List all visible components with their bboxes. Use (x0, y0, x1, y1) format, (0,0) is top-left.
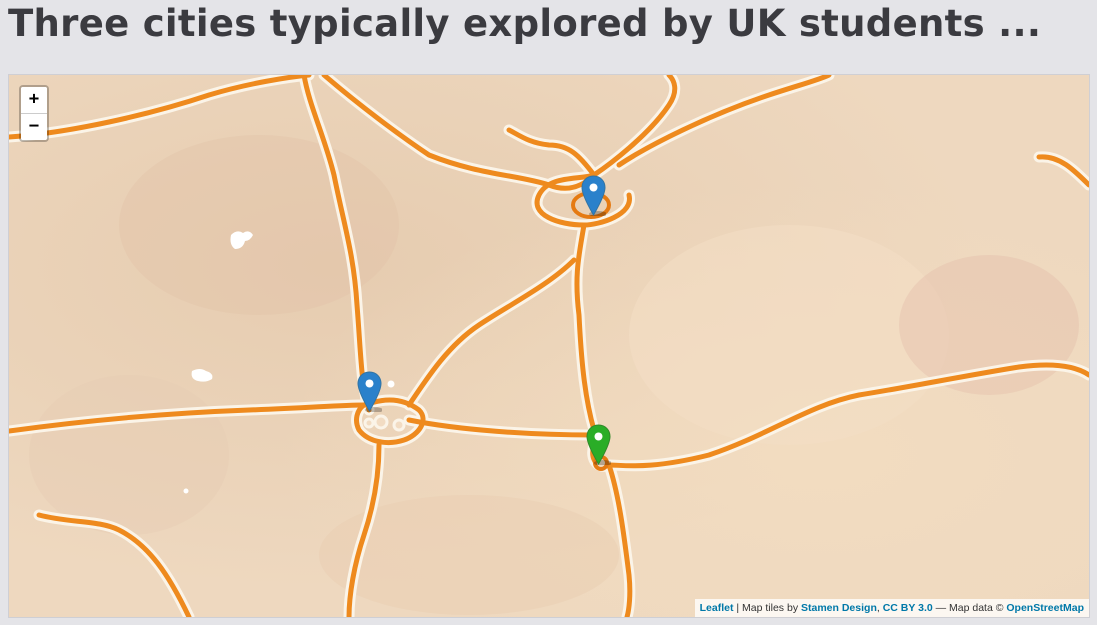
zoom-control: + − (19, 85, 49, 142)
map-container[interactable]: + − Leaflet | Map tiles by Stamen Design… (8, 74, 1090, 618)
license-link[interactable]: CC BY 3.0 (883, 602, 933, 614)
water-blob-3 (387, 380, 395, 388)
map-marker-pin-icon[interactable] (581, 175, 606, 216)
zoom-out-button[interactable]: − (21, 113, 47, 140)
attribution-text-1: | Map tiles by (733, 602, 801, 614)
leaflet-link[interactable]: Leaflet (700, 602, 734, 614)
map-marker-pin-icon[interactable] (357, 371, 382, 412)
map-attribution: Leaflet | Map tiles by Stamen Design, CC… (694, 599, 1089, 617)
osm-link[interactable]: OpenStreetMap (1006, 602, 1084, 614)
map-tiles[interactable] (9, 75, 1089, 617)
water-blob-4 (183, 488, 189, 494)
stamen-link[interactable]: Stamen Design (801, 602, 877, 614)
land-blotch-5 (29, 375, 229, 535)
map-marker-pin-icon[interactable] (586, 424, 611, 465)
zoom-in-button[interactable]: + (21, 87, 47, 113)
land-blotch-4 (319, 495, 619, 615)
attribution-text-2: — Map data © (932, 602, 1007, 614)
page-title: Three cities typically explored by UK st… (8, 2, 1042, 45)
